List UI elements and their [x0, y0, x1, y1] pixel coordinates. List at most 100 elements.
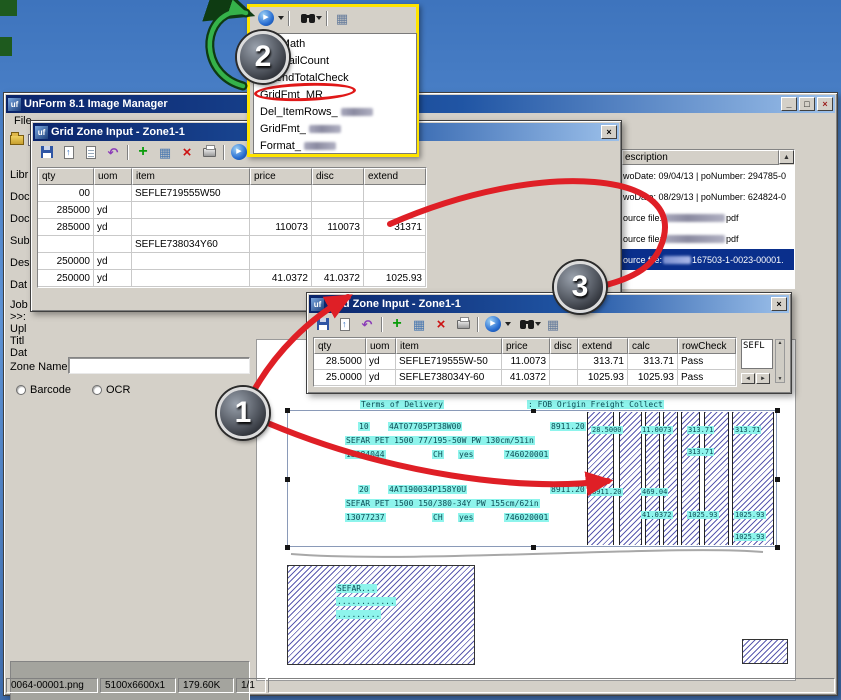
grid-cell[interactable]: 11.0073 — [502, 354, 550, 370]
small-zone[interactable] — [742, 639, 788, 664]
resize-handle[interactable] — [285, 545, 290, 550]
grid-cell[interactable]: 313.71 — [578, 354, 628, 370]
grid-cell[interactable]: 41.0372 — [312, 270, 364, 287]
grid-cell[interactable]: yd — [94, 270, 132, 287]
grid-cell[interactable]: SEFLE719555W50 — [132, 185, 250, 202]
export-button[interactable] — [81, 143, 101, 161]
undo-button[interactable]: ↶ — [357, 315, 377, 333]
address-zone[interactable]: SEFAR........................ — [287, 565, 475, 665]
grid-cell[interactable]: 1025.93 — [628, 370, 678, 386]
grid-cell[interactable] — [550, 370, 578, 386]
close-button[interactable]: × — [817, 97, 833, 111]
barcode-radio[interactable] — [16, 385, 26, 395]
grid-cell[interactable] — [38, 236, 94, 253]
delete-row-button[interactable]: × — [431, 315, 451, 333]
print-button[interactable] — [199, 143, 219, 161]
grid-cell[interactable] — [132, 270, 250, 287]
save-button[interactable] — [313, 315, 333, 333]
main-titlebar[interactable]: uf UnForm 8.1 Image Manager _ □ × — [6, 95, 835, 113]
resize-handle[interactable] — [531, 545, 536, 550]
grid-cell[interactable] — [364, 253, 426, 270]
scroll-left-icon[interactable]: ◄ — [741, 373, 755, 384]
grid-cell[interactable]: SEFLE738034Y60 — [132, 236, 250, 253]
undo-button[interactable]: ↶ — [103, 143, 123, 161]
grid-cell[interactable] — [132, 219, 250, 236]
grid-cell[interactable] — [94, 236, 132, 253]
scroll-right-icon[interactable]: ► — [756, 373, 770, 384]
vertical-scrollbar[interactable]: ▲▼ — [775, 339, 785, 383]
insert-row-button[interactable]: ▦ — [155, 143, 175, 161]
grid-cell[interactable]: 285000 — [38, 202, 94, 219]
grid-cell[interactable]: 00 — [38, 185, 94, 202]
grid-cell[interactable] — [312, 253, 364, 270]
save-button[interactable] — [37, 143, 57, 161]
scroll-up-icon[interactable]: ▲ — [779, 150, 794, 164]
scroll-up-icon[interactable]: ▲ — [778, 340, 783, 346]
load-button[interactable] — [335, 315, 355, 333]
grid-cell[interactable]: 110073 — [250, 219, 312, 236]
grid-cell[interactable]: yd — [94, 202, 132, 219]
run-button[interactable]: ▶ — [229, 143, 249, 161]
find-button[interactable] — [513, 315, 533, 333]
grid-cell[interactable]: 41.0372 — [250, 270, 312, 287]
grid-cell[interactable]: 1025.93 — [578, 370, 628, 386]
insert-row-button[interactable]: ▦ — [409, 315, 429, 333]
grid-cell[interactable]: 25.0000 — [314, 370, 366, 386]
run-button[interactable]: ▶ — [483, 315, 503, 333]
format-grid-button[interactable]: ▦ — [543, 315, 563, 333]
description-list-item[interactable]: woDate: 08/29/13 | poNumber: 624824-0 — [622, 186, 794, 207]
run-dropdown-icon[interactable] — [505, 322, 511, 326]
grid-cell[interactable]: yd — [94, 219, 132, 236]
grid-cell[interactable] — [312, 202, 364, 219]
grid-cell[interactable] — [250, 236, 312, 253]
description-list-item[interactable]: woDate: 09/04/13 | poNumber: 294785-0 — [622, 165, 794, 186]
grid-cell[interactable]: 285000 — [38, 219, 94, 236]
grid-cell[interactable]: 1025.93 — [364, 270, 426, 287]
fmt-menu-item[interactable]: GridFmt_MR — [254, 86, 416, 103]
ocr-radio[interactable] — [92, 385, 102, 395]
description-list-item[interactable]: ource file: 167503-1-0023-00001. — [622, 249, 794, 270]
close-button[interactable]: × — [771, 297, 787, 311]
load-button[interactable] — [59, 143, 79, 161]
grid-cell[interactable] — [364, 236, 426, 253]
run-dropdown-icon[interactable] — [278, 16, 284, 20]
fmt-menu-item[interactable]: Format_ — [254, 137, 416, 154]
grid-cell[interactable]: 110073 — [312, 219, 364, 236]
find-button[interactable] — [294, 9, 314, 27]
folder-icon[interactable] — [10, 135, 24, 145]
grid-cell[interactable] — [250, 253, 312, 270]
grid-cell[interactable] — [364, 202, 426, 219]
grid-cell[interactable]: 250000 — [38, 270, 94, 287]
grid-cell[interactable]: SEFLE719555W-50 — [396, 354, 502, 370]
resize-handle[interactable] — [775, 545, 780, 550]
grid-cell[interactable]: SEFLE738034Y-60 — [396, 370, 502, 386]
grid-cell[interactable] — [250, 202, 312, 219]
grid-cell[interactable] — [132, 253, 250, 270]
add-row-button[interactable]: + — [133, 143, 153, 161]
fmt-menu-item[interactable]: Del_ItemRows_ — [254, 103, 416, 120]
grid-cell[interactable]: 250000 — [38, 253, 94, 270]
zone-name-input[interactable] — [68, 357, 250, 374]
desktop-icon[interactable] — [0, 37, 12, 56]
scroll-down-icon[interactable]: ▼ — [778, 376, 783, 382]
grid-cell[interactable] — [312, 185, 364, 202]
format-grid-button[interactable]: ▦ — [332, 9, 352, 27]
grid-cell[interactable] — [312, 236, 364, 253]
resize-handle[interactable] — [775, 477, 780, 482]
find-dropdown-icon[interactable] — [316, 16, 322, 20]
grid-cell[interactable]: Pass — [678, 354, 736, 370]
resize-handle[interactable] — [285, 477, 290, 482]
grid-cell[interactable] — [132, 202, 250, 219]
add-row-button[interactable]: + — [387, 315, 407, 333]
description-list-item[interactable]: ource file: pdf — [622, 228, 794, 249]
grid-cell[interactable]: 28.5000 — [314, 354, 366, 370]
grid-cell[interactable]: yd — [366, 370, 396, 386]
run-button[interactable]: ▶ — [256, 9, 276, 27]
grid-cell[interactable]: 41.0372 — [502, 370, 550, 386]
fmt-menu-item[interactable]: GridFmt_ — [254, 120, 416, 137]
maximize-button[interactable]: □ — [799, 97, 815, 111]
delete-row-button[interactable]: × — [177, 143, 197, 161]
resize-handle[interactable] — [285, 408, 290, 413]
grid-cell[interactable]: Pass — [678, 370, 736, 386]
grid-cell[interactable] — [550, 354, 578, 370]
